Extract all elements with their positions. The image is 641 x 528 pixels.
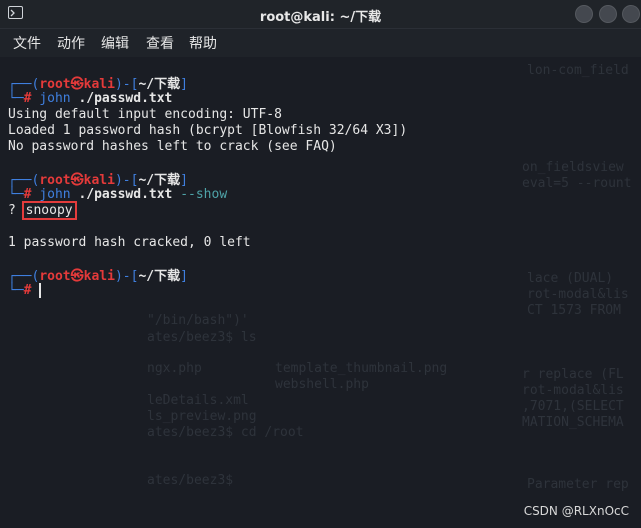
- title-bar[interactable]: root@kali: ~/下载: [0, 0, 641, 29]
- command-line: └─# john ./passwd.txt: [8, 91, 173, 106]
- background-text: rot-modal&lis: [527, 287, 629, 302]
- output-line: ? snoopy: [8, 201, 77, 220]
- menu-view[interactable]: 查看: [146, 33, 174, 53]
- menu-action[interactable]: 动作: [57, 33, 85, 53]
- background-text: template_thumbnail.png: [275, 361, 448, 376]
- background-text: ngx.php: [147, 361, 202, 376]
- background-text: leDetails.xml: [147, 393, 249, 408]
- background-text: lace (DUAL): [527, 271, 614, 286]
- background-text: ates/beez3$: [147, 473, 234, 488]
- background-text: ls_preview.png: [147, 409, 257, 424]
- background-text: rot-modal&lis: [522, 383, 624, 398]
- output-line: No password hashes left to crack (see FA…: [8, 139, 337, 154]
- command-line[interactable]: └─#: [8, 283, 42, 298]
- output-line: Using default input encoding: UTF-8: [8, 107, 282, 122]
- cracked-password: snoopy: [21, 201, 77, 220]
- background-text: ,7071,(SELECT: [522, 399, 624, 414]
- command-line: └─# john ./passwd.txt --show: [8, 187, 228, 202]
- menu-edit[interactable]: 编辑: [101, 33, 129, 53]
- background-text: CT 1573 FROM: [527, 303, 621, 318]
- background-text: webshell.php: [275, 377, 369, 392]
- output-line: 1 password hash cracked, 0 left: [8, 235, 251, 250]
- text-cursor: [39, 283, 42, 298]
- prompt-line: ┌──(root㉿kali)-[~/下载]: [8, 173, 188, 188]
- background-text: "/bin/bash")': [147, 313, 249, 328]
- maximize-button[interactable]: [599, 5, 617, 23]
- background-text: r replace (FL: [522, 367, 624, 382]
- close-button[interactable]: [622, 5, 640, 23]
- background-text: eval=5 --rount: [522, 176, 632, 191]
- terminal-window: root@kali: ~/下载 文件 动作 编辑 查看 帮助 lon-com_f…: [0, 0, 641, 528]
- background-text: on_fieldsview: [522, 160, 624, 175]
- terminal-output[interactable]: lon-com_field on_fieldsview eval=5 --rou…: [0, 57, 641, 528]
- background-text: Parameter rep: [527, 477, 629, 492]
- menu-bar: 文件 动作 编辑 查看 帮助: [0, 29, 641, 57]
- background-text: ates/beez3$ cd /root: [147, 425, 304, 440]
- background-text: lon-com_field: [527, 63, 629, 78]
- prompt-line: ┌──(root㉿kali)-[~/下载]: [8, 269, 188, 284]
- background-text: MATION_SCHEMA: [522, 415, 624, 430]
- minimize-button[interactable]: [575, 5, 593, 23]
- menu-help[interactable]: 帮助: [189, 33, 217, 53]
- output-line: Loaded 1 password hash (bcrypt [Blowfish…: [8, 123, 408, 138]
- background-text: ates/beez3$ ls: [147, 330, 257, 345]
- window-title: root@kali: ~/下载: [259, 10, 382, 25]
- prompt-line: ┌──(root㉿kali)-[~/下载]: [8, 77, 188, 92]
- menu-file[interactable]: 文件: [13, 33, 41, 53]
- watermark: CSDN @RLXnOcC: [523, 504, 629, 518]
